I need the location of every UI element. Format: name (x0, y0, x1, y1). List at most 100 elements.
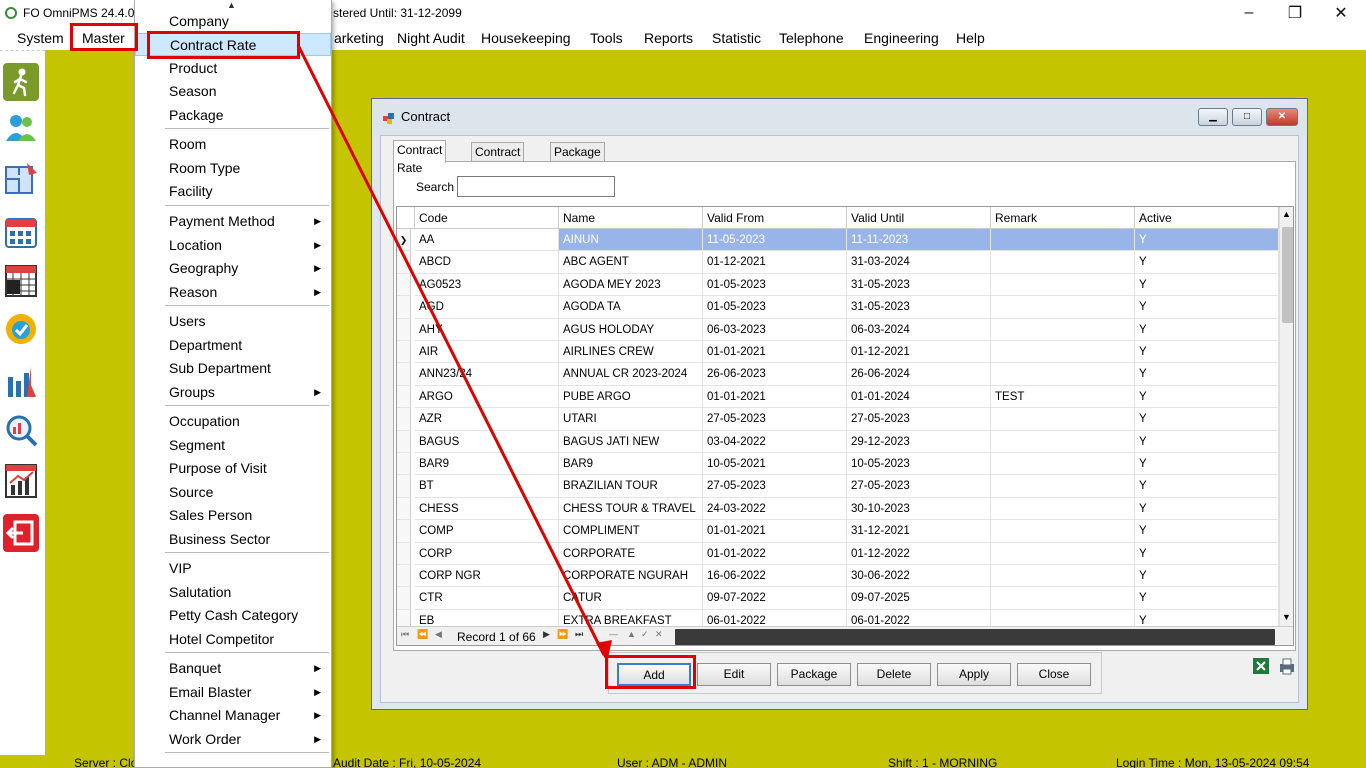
table-row[interactable]: AG0523 AGODA MEY 2023 01-05-2023 31-05-2023… (397, 273, 1279, 297)
cell-remark[interactable] (991, 497, 1135, 521)
cell-active[interactable]: Y (1135, 430, 1279, 453)
cell-code[interactable]: AGD (415, 296, 559, 319)
table-row[interactable]: COMP COMPLIMENT 01-01-2021 31-12-2021 Y (397, 520, 1279, 543)
table-row[interactable]: AZR UTARI 27-05-2023 27-05-2023 Y (397, 408, 1279, 431)
nav-last-icon[interactable]: ⏭ (575, 629, 583, 640)
table-row[interactable]: CHESS CHESS TOUR & TRAVEL 24-03-2022 30-10-… (397, 497, 1279, 521)
menu-item-vip[interactable]: VIP (135, 557, 331, 580)
table-row[interactable]: CORP CORPORATE 01-01-2022 01-12-2022 Y (397, 542, 1279, 565)
nav-prev-page-icon[interactable]: ⏪ (417, 629, 428, 640)
row-selector[interactable] (397, 609, 411, 626)
minimize-button[interactable]: – (1226, 0, 1272, 26)
cell-valid-until[interactable]: 06-03-2024 (847, 318, 991, 341)
menu-item-groups[interactable]: Groups ▶ (135, 381, 331, 404)
row-selector[interactable] (397, 341, 411, 364)
vertical-scrollbar[interactable]: ▲ ▼ (1279, 207, 1293, 626)
cell-name[interactable]: BRAZILIAN TOUR (559, 475, 703, 498)
cell-name[interactable]: COMPLIMENT (559, 520, 703, 543)
close-window-button[interactable]: ✕ (1318, 0, 1364, 26)
cell-valid-from[interactable]: 03-04-2022 (703, 430, 847, 453)
cell-code[interactable]: BAGUS (415, 430, 559, 453)
delete-button[interactable]: Delete (857, 663, 931, 686)
cell-remark[interactable] (991, 565, 1135, 588)
cell-valid-from[interactable]: 01-12-2021 (703, 251, 847, 274)
cell-valid-from[interactable]: 06-01-2022 (703, 609, 847, 626)
cell-active[interactable]: Y (1135, 475, 1279, 498)
cell-remark[interactable] (991, 341, 1135, 364)
menu-item-payment-method[interactable]: Payment Method ▶ (135, 210, 331, 233)
cell-name[interactable]: CATUR (559, 587, 703, 610)
cell-valid-from[interactable]: 26-06-2023 (703, 363, 847, 386)
cell-valid-until[interactable]: 31-05-2023 (847, 273, 991, 297)
cell-valid-from[interactable]: 09-07-2022 (703, 587, 847, 610)
row-selector[interactable] (397, 587, 411, 610)
menu-telephone[interactable]: Telephone (777, 28, 846, 48)
menu-master[interactable]: Master (80, 28, 127, 48)
row-selector[interactable] (397, 542, 411, 565)
cell-valid-from[interactable]: 01-05-2023 (703, 296, 847, 319)
menu-item-room-type[interactable]: Room Type (135, 157, 331, 180)
cell-active[interactable]: Y (1135, 341, 1279, 364)
cell-active[interactable]: Y (1135, 520, 1279, 543)
table-row[interactable]: AIR AIRLINES CREW 01-01-2021 01-12-2021 Y (397, 341, 1279, 364)
cell-valid-until[interactable]: 10-05-2023 (847, 453, 991, 476)
menu-item-purpose-of-visit[interactable]: Purpose of Visit (135, 457, 331, 480)
cell-code[interactable]: AA (415, 229, 559, 252)
menu-item-room[interactable]: Room (135, 133, 331, 156)
cell-code[interactable]: ABCD (415, 251, 559, 274)
menu-item-reason[interactable]: Reason ▶ (135, 281, 331, 304)
menu-item-business-sector[interactable]: Business Sector (135, 528, 331, 551)
analytics-search-icon[interactable] (3, 411, 39, 449)
cell-active[interactable]: Y (1135, 565, 1279, 588)
calendar-2023-icon[interactable] (3, 261, 39, 299)
table-row[interactable]: AHY AGUS HOLODAY 06-03-2023 06-03-2024 Y (397, 318, 1279, 341)
menu-item-segment[interactable]: Segment (135, 434, 331, 457)
contract-maximize-button[interactable]: □ (1232, 108, 1262, 126)
scroll-thumb[interactable] (1282, 227, 1293, 323)
cell-code[interactable]: CTR (415, 587, 559, 610)
nav-next-icon[interactable]: ▶ (543, 629, 550, 640)
cell-remark[interactable] (991, 251, 1135, 274)
cell-active[interactable]: Y (1135, 251, 1279, 274)
column-header-valid-until[interactable]: Valid Until (847, 207, 991, 229)
menu-help[interactable]: Help (954, 28, 987, 48)
menu-item-product[interactable]: Product (135, 57, 331, 80)
cell-remark[interactable] (991, 229, 1135, 252)
cell-remark[interactable]: TEST (991, 385, 1135, 409)
menu-item-package[interactable]: Package (135, 104, 331, 127)
nav-prev-icon[interactable]: ◀ (435, 629, 442, 640)
menu-item-work-order[interactable]: Work Order ▶ (135, 728, 331, 751)
cell-active[interactable]: Y (1135, 497, 1279, 521)
menu-system[interactable]: System (15, 28, 66, 48)
cell-valid-until[interactable]: 01-12-2021 (847, 341, 991, 364)
menu-item-sub-department[interactable]: Sub Department (135, 357, 331, 380)
menu-item-department[interactable]: Department (135, 334, 331, 357)
cell-valid-until[interactable]: 30-10-2023 (847, 497, 991, 521)
table-row[interactable]: CORP NGR CORPORATE NGURAH 16-06-2022 30-06-… (397, 565, 1279, 588)
cell-remark[interactable] (991, 453, 1135, 476)
column-header-remark[interactable]: Remark (991, 207, 1135, 229)
cell-name[interactable]: ANNUAL CR 2023-2024 (559, 363, 703, 386)
cell-active[interactable]: Y (1135, 273, 1279, 297)
export-excel-icon[interactable] (1251, 656, 1271, 676)
cell-code[interactable]: BT (415, 475, 559, 498)
column-header-name[interactable]: Name (559, 207, 703, 229)
cell-valid-from[interactable]: 01-01-2021 (703, 341, 847, 364)
contract-window-titlebar[interactable]: Contract ▁ □ ✕ (372, 99, 1307, 135)
menu-reports[interactable]: Reports (642, 28, 695, 48)
contract-close-icon[interactable]: ✕ (1266, 108, 1298, 126)
cell-active[interactable]: Y (1135, 609, 1279, 626)
cell-valid-until[interactable]: 30-06-2022 (847, 565, 991, 588)
cell-valid-until[interactable]: 31-03-2024 (847, 251, 991, 274)
nav-next-page-icon[interactable]: ⏩ (557, 629, 568, 640)
row-selector[interactable] (397, 273, 411, 297)
menu-item-banquet[interactable]: Banquet ▶ (135, 657, 331, 680)
apply-button[interactable]: Apply (937, 663, 1011, 686)
menu-statistic[interactable]: Statistic (710, 28, 763, 48)
menu-night-audit[interactable]: Night Audit (395, 28, 467, 48)
cell-name[interactable]: EXTRA BREAKFAST (559, 609, 703, 626)
cell-remark[interactable] (991, 318, 1135, 341)
cell-valid-from[interactable]: 16-06-2022 (703, 565, 847, 588)
cell-name[interactable]: ABC AGENT (559, 251, 703, 274)
cell-remark[interactable] (991, 408, 1135, 431)
